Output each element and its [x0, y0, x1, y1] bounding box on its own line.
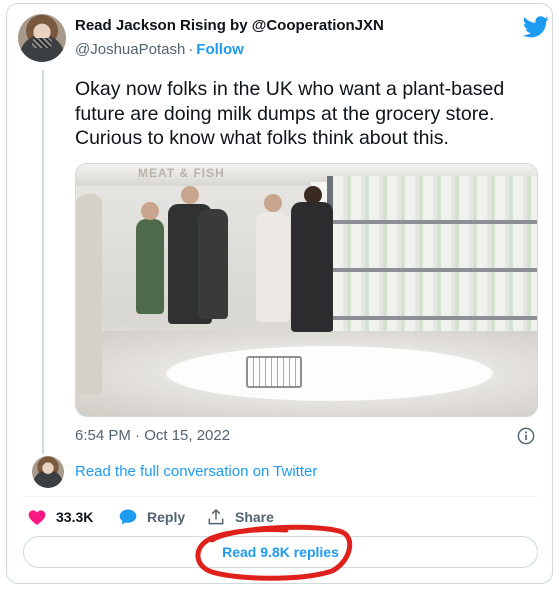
like-button[interactable]: 33.3K: [27, 507, 93, 527]
person-left-edge: [76, 194, 102, 394]
store-sign: MEAT & FISH: [138, 166, 225, 180]
heart-icon: [28, 510, 46, 525]
actions-divider: [22, 496, 538, 497]
person-white-top: [256, 212, 290, 322]
author-avatar[interactable]: [18, 14, 66, 62]
like-count: 33.3K: [56, 509, 94, 525]
shopping-basket: [246, 356, 302, 388]
red-hand-drawn-circle: [195, 524, 353, 581]
separator-dot: ·: [188, 41, 194, 58]
person-head: [304, 186, 322, 204]
thread-line: [42, 70, 44, 454]
person-head: [181, 186, 199, 204]
person-green-apron: [136, 219, 164, 314]
read-full-conversation-link[interactable]: Read the full conversation on Twitter: [75, 463, 317, 480]
reply-bubble-icon: [119, 509, 137, 525]
author-handle[interactable]: @JoshuaPotash: [75, 41, 185, 58]
avatar-mask: [32, 38, 52, 48]
reply-button[interactable]: Reply: [118, 507, 185, 527]
conversation-avatar[interactable]: [32, 456, 64, 488]
twitter-bird-icon[interactable]: [523, 16, 549, 38]
author-handle-row: @JoshuaPotash · Follow: [75, 41, 244, 58]
tweet-text: Okay now folks in the UK who want a plan…: [75, 78, 505, 149]
person-head: [264, 194, 282, 212]
tweet-timestamp[interactable]: 6:54 PM · Oct 15, 2022: [75, 427, 230, 444]
spilled-milk-floor: [76, 331, 537, 416]
reply-label: Reply: [147, 509, 186, 525]
person-head: [141, 202, 159, 220]
follow-link[interactable]: Follow: [196, 41, 244, 58]
person-dark: [198, 209, 228, 319]
tweet-video-media[interactable]: MEAT & FISH: [75, 163, 538, 417]
person-black-top: [291, 202, 333, 332]
author-name[interactable]: Read Jackson Rising by @CooperationJXN: [75, 17, 384, 34]
info-icon[interactable]: [517, 427, 535, 445]
